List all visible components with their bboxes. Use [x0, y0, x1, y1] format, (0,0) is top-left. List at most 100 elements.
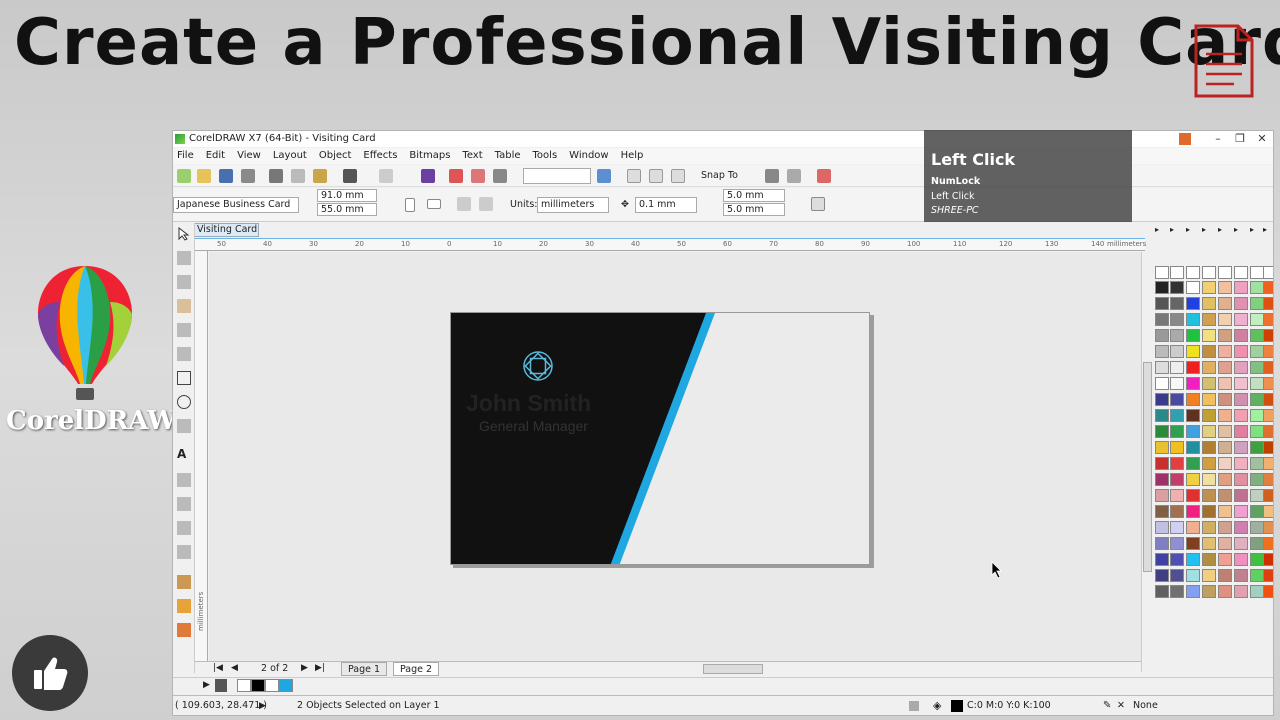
crop-tool-icon[interactable] — [177, 275, 191, 289]
color-swatch[interactable] — [1170, 457, 1184, 470]
eyedropper-tool-icon[interactable] — [177, 575, 191, 589]
color-swatch[interactable] — [1234, 505, 1248, 518]
color-swatch[interactable] — [1155, 377, 1169, 390]
color-swatch[interactable] — [1263, 537, 1273, 550]
menu-text[interactable]: Text — [462, 148, 482, 164]
color-swatch[interactable] — [1234, 297, 1248, 310]
text-tool-icon[interactable]: A — [177, 447, 191, 461]
color-swatch[interactable] — [1250, 553, 1264, 566]
open-icon[interactable] — [197, 169, 211, 183]
color-swatch[interactable] — [1218, 505, 1232, 518]
color-swatch[interactable] — [1250, 409, 1264, 422]
menu-bitmaps[interactable]: Bitmaps — [409, 148, 450, 164]
color-swatch[interactable] — [1250, 297, 1264, 310]
application-launcher-icon[interactable] — [787, 169, 801, 183]
color-swatch[interactable] — [1186, 393, 1200, 406]
snap-to-dropdown[interactable]: Snap To — [701, 169, 738, 183]
color-swatch[interactable] — [1155, 281, 1169, 294]
no-fill-swatch[interactable] — [1186, 266, 1200, 279]
color-swatch[interactable] — [1218, 297, 1232, 310]
zoom-level-dropdown[interactable] — [523, 168, 591, 184]
color-swatch[interactable] — [1155, 425, 1169, 438]
color-swatch[interactable] — [1155, 393, 1169, 406]
color-swatch[interactable] — [1170, 521, 1184, 534]
color-swatch[interactable] — [1218, 377, 1232, 390]
interactive-fill-icon[interactable] — [177, 599, 191, 613]
color-swatch[interactable] — [1263, 457, 1273, 470]
publish-pdf-icon[interactable] — [493, 169, 507, 183]
smart-fill-icon[interactable] — [177, 623, 191, 637]
units-dropdown[interactable]: millimeters — [537, 197, 609, 213]
nudge-distance-field[interactable]: 0.1 mm — [635, 197, 697, 213]
drawing-canvas[interactable]: John Smith General Manager — [209, 252, 1141, 670]
color-swatch[interactable] — [1155, 505, 1169, 518]
color-swatch[interactable] — [1155, 297, 1169, 310]
color-swatch[interactable] — [1218, 585, 1232, 598]
color-swatch[interactable] — [1263, 489, 1273, 502]
no-fill-swatch[interactable] — [1170, 266, 1184, 279]
color-swatch[interactable] — [1202, 505, 1216, 518]
document-color-icon[interactable] — [909, 701, 919, 711]
color-swatch[interactable] — [1234, 409, 1248, 422]
color-swatch[interactable] — [1263, 313, 1273, 326]
print-icon[interactable] — [241, 169, 255, 183]
menu-window[interactable]: Window — [569, 148, 608, 164]
color-swatch[interactable] — [1234, 489, 1248, 502]
color-swatch[interactable] — [1155, 313, 1169, 326]
full-screen-icon[interactable] — [597, 169, 611, 183]
color-swatch[interactable] — [1155, 553, 1169, 566]
color-swatch[interactable] — [1155, 329, 1169, 342]
color-swatch[interactable] — [1186, 457, 1200, 470]
color-swatch[interactable] — [1218, 569, 1232, 582]
palette-arrow-icon[interactable]: ▶ — [203, 680, 210, 690]
paste-icon[interactable] — [313, 169, 327, 183]
color-swatch[interactable] — [1234, 329, 1248, 342]
color-swatch[interactable] — [1218, 345, 1232, 358]
color-swatch[interactable] — [1218, 521, 1232, 534]
pick-tool-icon[interactable] — [177, 227, 191, 241]
color-swatch[interactable] — [1234, 441, 1248, 454]
all-pages-icon[interactable] — [457, 197, 471, 211]
no-fill-swatch[interactable] — [1234, 266, 1248, 279]
color-swatch[interactable] — [1263, 329, 1273, 342]
color-swatch[interactable] — [1186, 569, 1200, 582]
color-swatch[interactable] — [1250, 489, 1264, 502]
color-swatch[interactable] — [1263, 297, 1273, 310]
color-swatch[interactable] — [1202, 313, 1216, 326]
color-swatch[interactable] — [1155, 361, 1169, 374]
color-swatch[interactable] — [1250, 537, 1264, 550]
color-swatch[interactable] — [1250, 585, 1264, 598]
color-swatch[interactable] — [1263, 345, 1273, 358]
color-swatch[interactable] — [1250, 441, 1264, 454]
color-swatch[interactable] — [1202, 393, 1216, 406]
no-fill-swatch[interactable] — [1218, 266, 1232, 279]
color-swatch[interactable] — [1263, 281, 1273, 294]
first-page-icon[interactable]: |◀ — [213, 663, 223, 673]
color-swatch[interactable] — [1202, 585, 1216, 598]
color-swatch[interactable] — [1170, 377, 1184, 390]
horizontal-scroll-thumb[interactable] — [703, 664, 763, 674]
color-swatch[interactable] — [1218, 425, 1232, 438]
menu-view[interactable]: View — [237, 148, 261, 164]
palette-pin-icon[interactable]: ▸ — [1186, 225, 1198, 237]
color-swatch[interactable] — [1234, 425, 1248, 438]
menu-layout[interactable]: Layout — [273, 148, 307, 164]
color-swatch[interactable] — [1250, 345, 1264, 358]
show-grid-icon[interactable] — [649, 169, 663, 183]
color-swatch[interactable] — [1218, 473, 1232, 486]
color-swatch[interactable] — [1250, 473, 1264, 486]
color-swatch[interactable] — [1202, 329, 1216, 342]
current-page-icon[interactable] — [479, 197, 493, 211]
color-swatch[interactable] — [1218, 537, 1232, 550]
fill-color-swatch[interactable] — [951, 700, 963, 712]
last-page-icon[interactable]: ▶| — [315, 663, 325, 673]
menu-help[interactable]: Help — [621, 148, 644, 164]
no-color-swatch[interactable] — [237, 679, 251, 692]
color-swatch[interactable] — [1186, 409, 1200, 422]
document-tab[interactable]: Visiting Card — [193, 223, 259, 237]
color-swatch[interactable] — [1170, 313, 1184, 326]
color-swatch[interactable] — [1202, 489, 1216, 502]
page-preset-dropdown[interactable]: Japanese Business Card — [173, 197, 299, 213]
color-swatch[interactable] — [1250, 377, 1264, 390]
no-fill-swatch[interactable] — [1155, 266, 1169, 279]
